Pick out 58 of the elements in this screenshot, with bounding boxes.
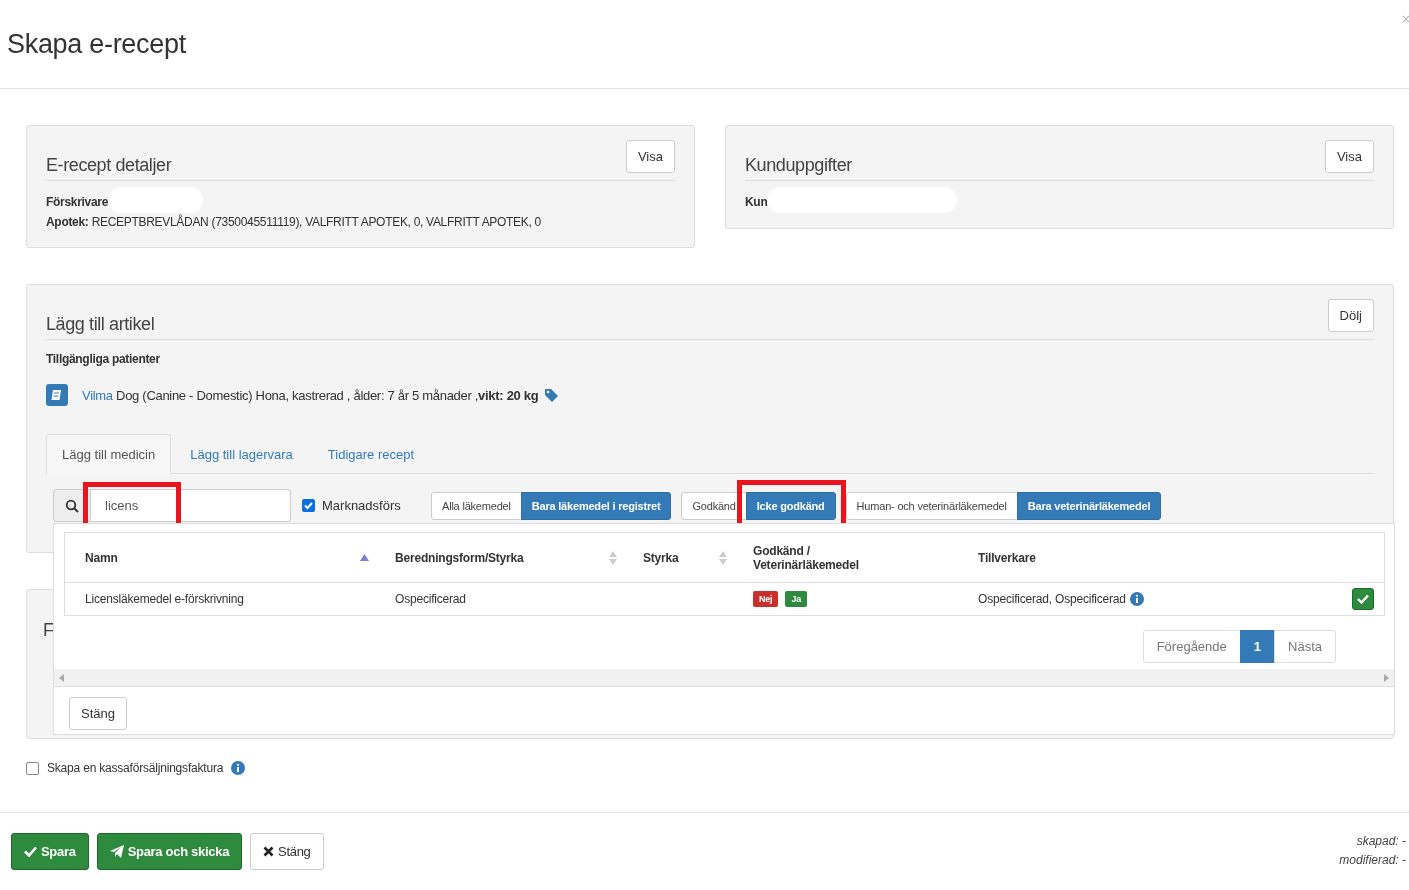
panel-title: Kunduppgifter <box>745 155 852 176</box>
show-button[interactable]: Visa <box>625 140 675 173</box>
panel-title: E-recept detaljer <box>46 155 172 176</box>
column-header[interactable]: Beredningsform/Styrka <box>385 532 633 583</box>
column-header[interactable]: Namn <box>64 532 385 583</box>
column-header[interactable]: Godkänd / Veterinärläkemedel <box>743 532 968 583</box>
previous-page-button[interactable]: Föregående <box>1142 630 1241 663</box>
close-button[interactable]: Stäng <box>69 697 127 730</box>
filter-toggle[interactable]: Bara veterinärläkemedel <box>1016 491 1162 520</box>
checkbox-label: Skapa en kassaförsäljningsfaktura <box>47 761 224 775</box>
status-badge: Nej <box>753 591 779 607</box>
show-button[interactable]: Visa <box>1324 140 1374 173</box>
table-cell: Licensläkemedel e-förskrivning <box>64 582 385 616</box>
search-field[interactable]: licens <box>91 489 291 522</box>
meta-text: skapad: - <box>1356 833 1406 850</box>
dialog-title: Skapa e-recept <box>7 28 186 60</box>
patient-link[interactable]: Vilma <box>82 387 113 403</box>
save-button[interactable]: Spara <box>11 833 89 870</box>
customer-label: Kun <box>745 193 768 211</box>
hide-button[interactable]: Dölj <box>1327 299 1374 332</box>
prescriber-label: Förskrivare <box>46 193 109 211</box>
paper-plane-icon <box>109 845 124 858</box>
filter-toggle[interactable]: Icke godkänd <box>745 491 836 520</box>
filter-toggle[interactable]: Godkänd <box>681 491 747 520</box>
pharmacy-label: Apotek: <box>46 214 89 231</box>
search-icon <box>65 498 79 513</box>
info-icon[interactable] <box>1129 592 1144 606</box>
journal-icon[interactable] <box>46 384 68 406</box>
checkbox[interactable] <box>26 761 39 775</box>
close-button[interactable]: Stäng <box>250 833 324 870</box>
column-header[interactable]: Styrka <box>633 532 743 583</box>
status-badge: Ja <box>785 591 808 607</box>
checkbox[interactable] <box>302 499 315 512</box>
filter-toggle[interactable]: Bara läkemedel i registret <box>520 491 672 520</box>
next-page-button[interactable]: Nästa <box>1274 630 1336 663</box>
table-cell: Ospecificerad <box>385 582 633 616</box>
meta-text: modifierad: - <box>1339 852 1406 869</box>
pharmacy-value: RECEPTBREVLÅDAN (7350045511119), VALFRITT APOTEK, 0, VALFRITT APOTEK, 0 <box>91 213 541 231</box>
page-button[interactable]: 1 <box>1239 630 1276 663</box>
checkbox-label: Marknadsförs <box>322 498 401 513</box>
patient-details: Dog (Canine - Domestic) Hona, kastrerad , ålder: 7 år 5 månader ,vikt: 20 kg <box>116 387 539 403</box>
panel-title: F <box>43 620 54 640</box>
save-and-send-button[interactable]: Spara och skicka <box>96 833 243 870</box>
check-icon <box>1357 594 1369 604</box>
tab[interactable]: Tidigare recept <box>311 434 431 474</box>
filter-toggle[interactable]: Human- och veterinärläkemedel <box>845 491 1018 520</box>
check-icon <box>24 846 37 857</box>
info-icon[interactable] <box>231 761 246 775</box>
tab[interactable]: Lägg till medicin <box>46 434 172 474</box>
patients-heading: Tillgängliga patienter <box>46 351 160 368</box>
panel-title: Lägg till artikel <box>46 314 155 335</box>
tag-icon[interactable] <box>544 387 560 403</box>
table-cell: Ospecificerad, Ospecificerad <box>978 592 1126 606</box>
tab[interactable]: Lägg till lagervara <box>174 434 309 474</box>
close-icon <box>263 846 275 857</box>
column-header[interactable]: Tillverkare <box>968 532 1308 583</box>
select-button[interactable] <box>1352 588 1374 610</box>
filter-toggle[interactable]: Alla läkemedel <box>431 491 522 520</box>
